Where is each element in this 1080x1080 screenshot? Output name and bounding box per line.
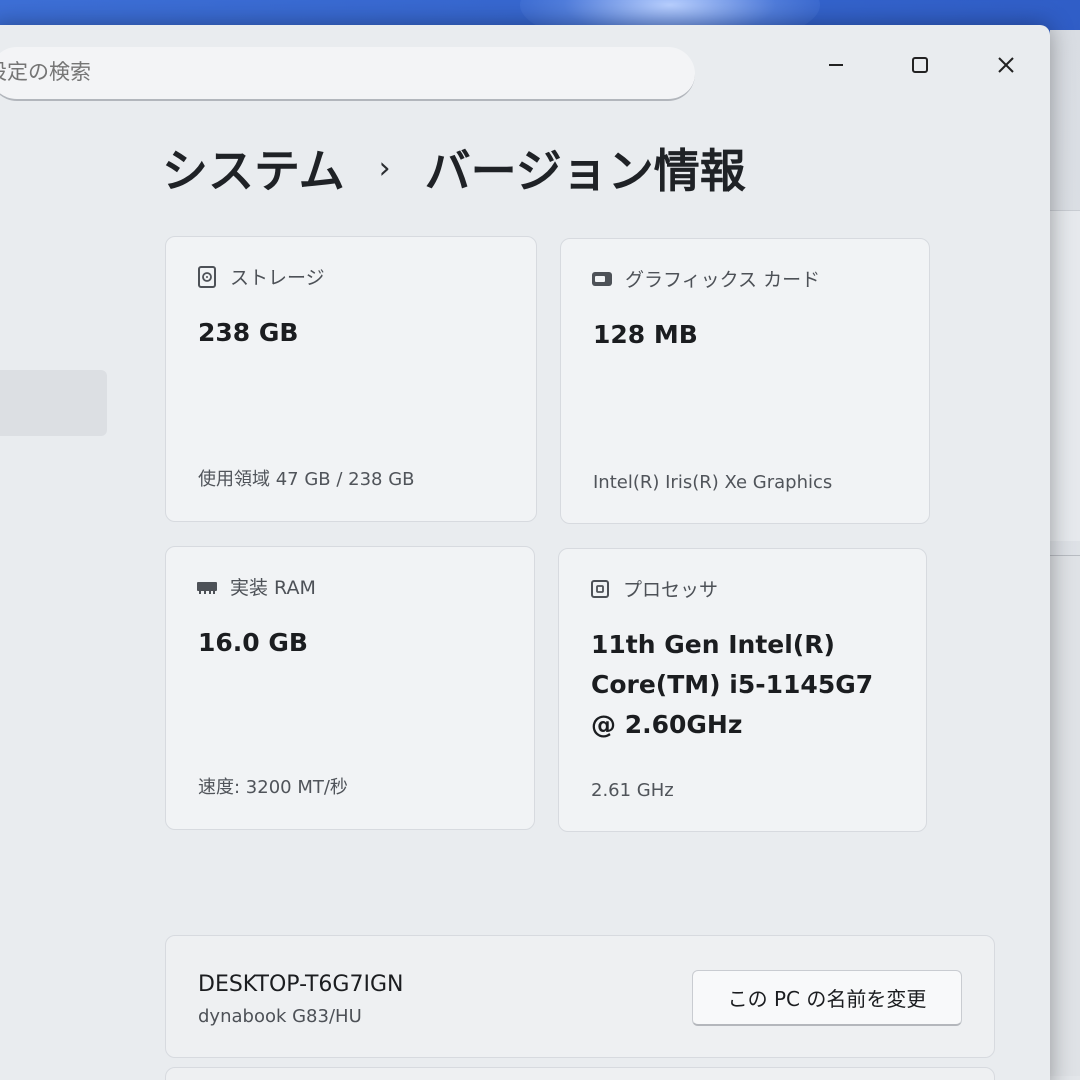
close-icon [998,57,1014,73]
processor-icon [589,578,611,600]
ram-card-header: 実装 RAM [196,573,316,600]
processor-card-header: プロセッサ [589,575,718,602]
storage-label: ストレージ [230,267,325,289]
device-name-panel: DESKTOP-T6G7IGN dynabook G83/HU この PC の名… [165,935,995,1058]
close-button[interactable] [982,45,1030,85]
storage-value: 238 GB [198,318,299,347]
processor-label: プロセッサ [623,579,719,601]
background-window-edge [1050,30,1080,1080]
storage-card: ストレージ 238 GB 使用領域 47 GB / 238 GB [165,236,537,522]
device-name: DESKTOP-T6G7IGN [198,972,404,997]
processor-card: プロセッサ 11th Gen Intel(R) Core(TM) i5-1145… [558,548,927,832]
maximize-icon [912,57,928,73]
rename-pc-button[interactable]: この PC の名前を変更 [692,970,962,1026]
graphics-card-header: グラフィックス カード [591,265,820,292]
graphics-label: グラフィックス カード [625,269,821,291]
graphics-card: グラフィックス カード 128 MB Intel(R) Iris(R) Xe G… [560,238,930,524]
storage-card-header: ストレージ [196,263,325,290]
storage-drive-icon [196,265,218,288]
ram-speed: 速度: 3200 MT/秒 [198,777,348,798]
breadcrumb: システム › バージョン情報 [162,133,746,203]
ram-label: 実装 RAM [230,577,316,599]
processor-clock-speed: 2.61 GHz [591,780,674,801]
ram-card: 実装 RAM 16.0 GB 速度: 3200 MT/秒 [165,546,535,830]
graphics-card-icon [591,268,613,290]
maximize-button[interactable] [896,45,944,85]
memory-icon [196,576,218,598]
processor-value: 11th Gen Intel(R) Core(TM) i5-1145G7 @ 2… [591,630,874,739]
minimize-icon [829,64,843,66]
breadcrumb-parent-link[interactable]: システム [162,135,345,201]
ram-value: 16.0 GB [198,628,308,657]
page-title: バージョン情報 [424,144,746,198]
graphics-value: 128 MB [593,320,698,349]
sidebar-item-system-selected[interactable] [0,370,107,436]
minimize-button[interactable] [812,45,860,85]
device-specifications-panel[interactable] [165,1067,995,1080]
breadcrumb-separator: › [378,150,391,186]
graphics-adapter: Intel(R) Iris(R) Xe Graphics [593,472,833,493]
search-input[interactable] [0,47,590,97]
search-box[interactable] [0,47,695,101]
storage-usage: 使用領域 47 GB / 238 GB [198,469,415,490]
device-model: dynabook G83/HU [198,1006,362,1027]
settings-window: システム › バージョン情報 ストレージ 238 GB 使用領域 47 GB /… [0,25,1050,1080]
